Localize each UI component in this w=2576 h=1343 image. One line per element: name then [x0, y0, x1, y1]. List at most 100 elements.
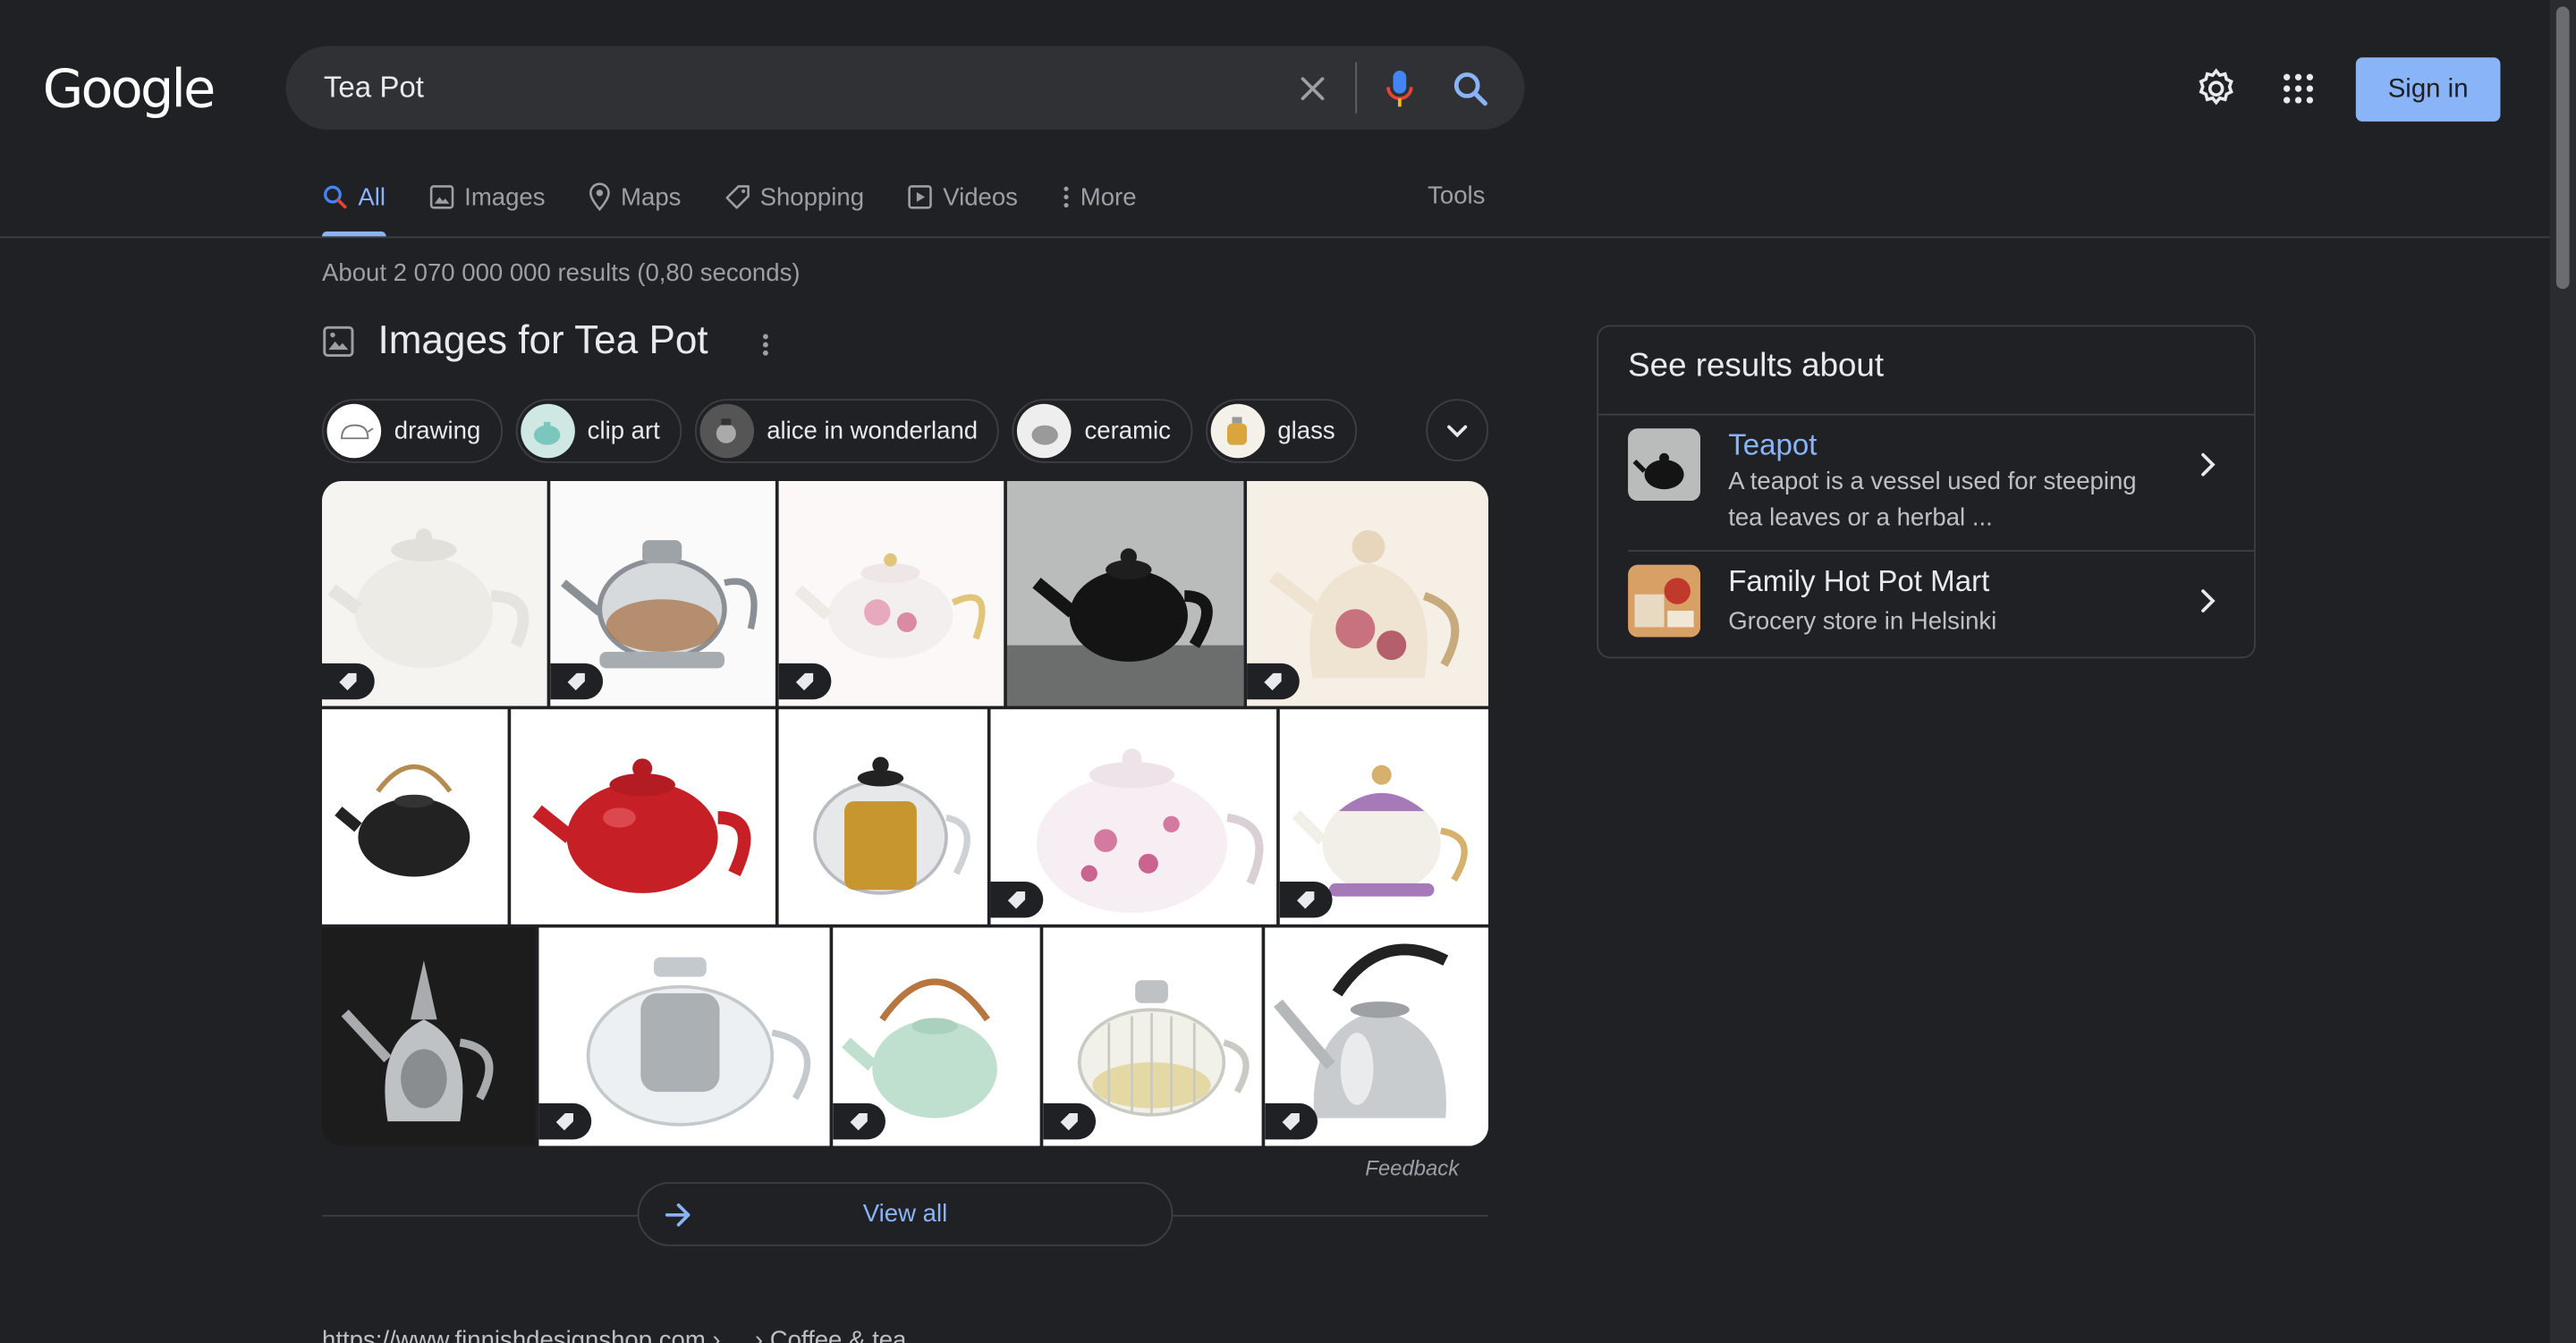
panel-item-description: A teapot is a vessel used for steeping t…: [1728, 468, 2137, 532]
chip-label: glass: [1277, 417, 1335, 445]
search-box[interactable]: [285, 46, 1525, 131]
chip-thumbnail: [1210, 403, 1265, 459]
chip-clip-art[interactable]: clip art: [514, 399, 682, 463]
chip-label: ceramic: [1084, 417, 1171, 445]
chip-thumbnail: [520, 403, 574, 459]
tab-label: All: [358, 182, 386, 211]
panel-item-description: Grocery store in Helsinki: [1728, 607, 1997, 636]
settings-gear-icon[interactable]: [2193, 65, 2239, 111]
map-pin-icon: [589, 182, 610, 212]
product-tag-icon: [550, 663, 604, 700]
image-result-red-teapot[interactable]: [511, 709, 775, 925]
tab-label: Videos: [943, 182, 1018, 211]
chip-ceramic[interactable]: ceramic: [1012, 399, 1192, 463]
result-stats: About 2 070 000 000 results (0,80 second…: [321, 259, 801, 288]
product-tag-icon: [990, 882, 1044, 918]
tab-videos[interactable]: Videos: [907, 165, 1018, 230]
image-result-steel-kettle[interactable]: [1265, 927, 1489, 1146]
play-icon: [908, 185, 932, 209]
arrow-right-icon: [665, 1203, 691, 1227]
tab-more[interactable]: More: [1061, 165, 1137, 230]
view-all-button[interactable]: View all: [637, 1182, 1174, 1246]
image-result-mrs-potts-teapot[interactable]: [1279, 709, 1489, 925]
product-tag-icon: [321, 663, 375, 700]
product-tag-icon: [1247, 663, 1300, 700]
search-results-page: Google Sign in All Images Maps: [0, 0, 2576, 1343]
product-tag-icon: [833, 1102, 886, 1140]
images-section-title: Images for Tea Pot: [377, 318, 708, 363]
more-vert-icon: [1063, 186, 1068, 208]
see-results-about-panel: See results about Teapot A teapot is a v…: [1597, 325, 2256, 659]
chip-glass[interactable]: glass: [1205, 399, 1357, 463]
tab-shopping[interactable]: Shopping: [724, 165, 864, 230]
chevron-down-icon: [1447, 425, 1468, 438]
image-result-cast-iron-teapot[interactable]: [321, 709, 508, 925]
image-result-vintage-rose-teapot[interactable]: [1247, 481, 1489, 706]
image-result-ribbed-glass-teapot[interactable]: [1043, 927, 1262, 1146]
panel-item-title: Teapot: [1728, 428, 1818, 461]
chip-thumbnail: [699, 403, 754, 459]
header-divider: [0, 236, 2550, 239]
image-icon: [323, 325, 354, 358]
tab-label: Images: [464, 182, 546, 211]
chip-label: drawing: [394, 417, 481, 445]
image-result-french-press-teapot[interactable]: [778, 709, 987, 925]
feedback-link[interactable]: Feedback: [1365, 1156, 1459, 1181]
image-result-glass-steel-teapot[interactable]: [550, 481, 775, 706]
image-result-pink-floral-teapot[interactable]: [990, 709, 1277, 925]
chevron-right-icon: [2201, 589, 2216, 612]
google-logo[interactable]: Google: [43, 59, 216, 118]
product-tag-icon: [1279, 882, 1333, 918]
microphone-icon[interactable]: [1377, 65, 1422, 111]
product-tag-icon: [778, 663, 832, 700]
tab-all[interactable]: All: [321, 165, 386, 237]
search-divider: [1355, 62, 1358, 114]
panel-item-family-hot-pot-mart[interactable]: Family Hot Pot Mart Grocery store in Hel…: [1598, 552, 2254, 657]
scrollbar-thumb[interactable]: [2555, 6, 2570, 290]
store-thumbnail: [1628, 564, 1700, 638]
image-result-white-teapot[interactable]: [321, 481, 547, 706]
image-filter-chips: drawing clip art alice in wonderland cer…: [321, 399, 1357, 463]
search-input[interactable]: [323, 46, 1244, 131]
chip-drawing[interactable]: drawing: [321, 399, 503, 463]
teapot-thumbnail: [1628, 428, 1700, 502]
clear-icon[interactable]: [1290, 65, 1335, 111]
expand-chips-button[interactable]: [1426, 399, 1489, 461]
tab-maps[interactable]: Maps: [588, 165, 681, 230]
search-icon: [324, 185, 347, 209]
image-result-floral-pink-teapot[interactable]: [778, 481, 1004, 706]
chip-label: alice in wonderland: [767, 417, 979, 445]
image-results-grid: [321, 481, 1489, 1146]
more-options-icon[interactable]: [758, 330, 774, 367]
tab-label: Maps: [621, 182, 682, 211]
tag-icon: [724, 185, 750, 209]
apps-grid-icon[interactable]: [2275, 65, 2321, 111]
product-tag-icon: [538, 1102, 592, 1140]
chip-alice-in-wonderland[interactable]: alice in wonderland: [694, 399, 999, 463]
chip-thumbnail: [1017, 403, 1072, 459]
tools-button[interactable]: Tools: [1428, 165, 1485, 230]
product-tag-icon: [1265, 1102, 1318, 1140]
sign-in-button[interactable]: Sign in: [2355, 57, 2501, 122]
page-scrollbar[interactable]: [2549, 0, 2576, 1343]
panel-item-teapot[interactable]: Teapot A teapot is a vessel used for ste…: [1598, 416, 2254, 551]
image-result-mint-cast-iron-teapot[interactable]: [833, 927, 1040, 1146]
next-result-url[interactable]: https://www.finnishdesignshop.com › ... …: [322, 1323, 906, 1343]
image-result-black-teapot-window[interactable]: [1006, 481, 1244, 706]
panel-heading: See results about: [1628, 348, 1885, 384]
chip-label: clip art: [587, 417, 660, 445]
search-tabs: All Images Maps Shopping Videos More: [321, 165, 1179, 237]
product-tag-icon: [1043, 1102, 1097, 1140]
tab-images[interactable]: Images: [428, 165, 546, 230]
search-icon[interactable]: [1447, 65, 1493, 111]
image-result-glass-infuser-teapot[interactable]: [538, 927, 830, 1146]
image-result-silver-ornate-teapot[interactable]: [321, 927, 536, 1146]
chevron-right-icon: [2201, 452, 2216, 477]
image-icon: [429, 185, 453, 209]
panel-item-title: Family Hot Pot Mart: [1728, 564, 1990, 598]
chip-thumbnail: [326, 403, 382, 459]
view-all-label: View all: [862, 1200, 948, 1229]
tab-label: More: [1080, 182, 1137, 211]
images-section-header: Images for Tea Pot: [322, 318, 708, 364]
tab-label: Shopping: [759, 182, 865, 211]
